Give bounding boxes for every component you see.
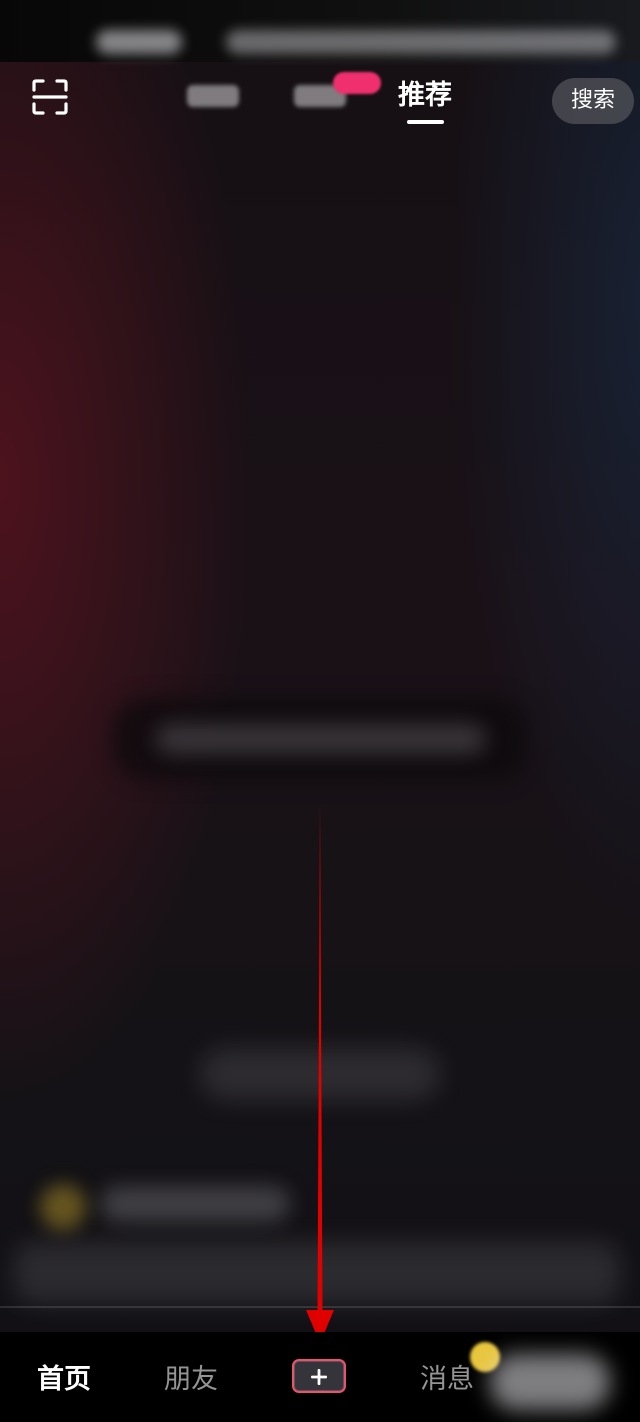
- tab-home[interactable]: 首页: [37, 1360, 91, 1400]
- author-name-blurred[interactable]: [100, 1186, 290, 1222]
- status-time-blurred: [96, 30, 182, 54]
- plus-icon: [311, 1369, 327, 1385]
- video-caption-blurred: [156, 724, 486, 754]
- bottom-nav: 首页 朋友 消息: [0, 1332, 640, 1422]
- active-tab-indicator: [407, 120, 444, 124]
- tab-me-blurred[interactable]: [490, 1354, 610, 1410]
- author-avatar-blurred[interactable]: [40, 1184, 86, 1230]
- top-nav: 推荐 搜索: [0, 62, 640, 132]
- tab-recommend[interactable]: 推荐: [398, 76, 452, 116]
- create-button[interactable]: [292, 1359, 346, 1393]
- tab-messages[interactable]: 消息: [420, 1360, 474, 1400]
- scan-icon[interactable]: [30, 77, 70, 117]
- annotation-arrow: [306, 800, 334, 1343]
- live-badge: [333, 72, 381, 94]
- tab-friends[interactable]: 朋友: [164, 1360, 218, 1400]
- tab-shop-label-blurred: [187, 85, 239, 107]
- status-bar: [0, 0, 640, 62]
- search-button[interactable]: 搜索: [552, 78, 634, 124]
- tab-shop-blurred[interactable]: [185, 76, 243, 128]
- status-icons-blurred: [226, 30, 616, 54]
